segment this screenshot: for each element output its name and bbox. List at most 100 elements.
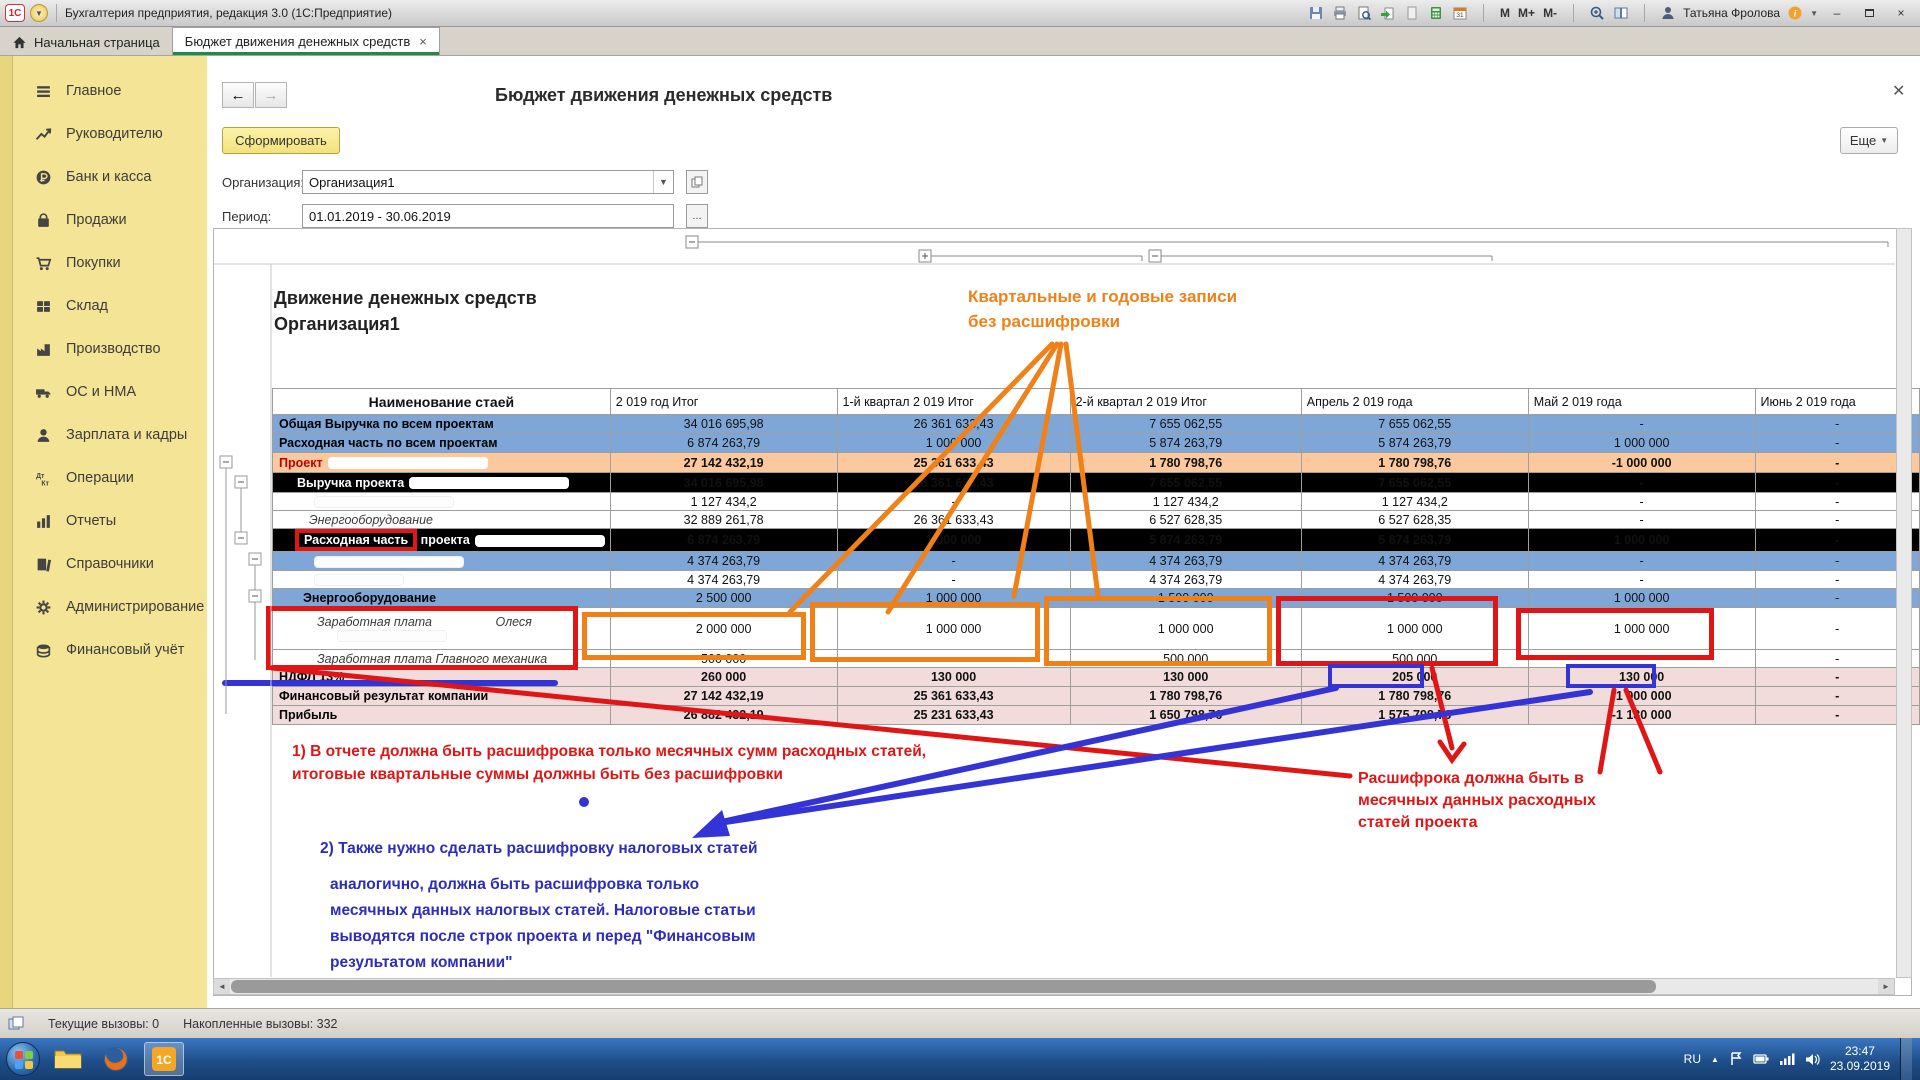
value-cell[interactable]: 7 655 062,55: [1301, 415, 1528, 434]
value-cell[interactable]: -1 130 000: [1528, 706, 1755, 725]
tab-report[interactable]: Бюджет движения денежных средств ×: [172, 27, 440, 55]
value-cell[interactable]: 4 374 263,79: [1301, 552, 1528, 571]
value-cell[interactable]: 1 500 000: [1301, 589, 1528, 608]
sidebar-item-reports[interactable]: Отчеты: [13, 504, 207, 538]
value-cell[interactable]: 6 874 263,79: [610, 529, 837, 552]
chevron-down-icon[interactable]: ▼: [1810, 9, 1818, 18]
scroll-left-icon[interactable]: ◄: [214, 979, 230, 994]
sidebar-item-bank-cash[interactable]: Банк и касса: [13, 160, 207, 194]
sidebar-item-manager[interactable]: Руководителю: [13, 117, 207, 151]
value-cell[interactable]: -: [837, 552, 1070, 571]
value-cell[interactable]: 26 361 633,43: [837, 473, 1070, 493]
value-cell[interactable]: 4 374 263,79: [1070, 571, 1301, 589]
maximize-button[interactable]: [1856, 4, 1882, 22]
value-cell[interactable]: 1 500 000: [1070, 589, 1301, 608]
value-cell[interactable]: 6 527 628,35: [1301, 511, 1528, 529]
value-cell[interactable]: -: [1755, 589, 1919, 608]
vertical-scrollbar[interactable]: [1896, 228, 1912, 978]
value-cell[interactable]: 1 000 000: [1528, 434, 1755, 453]
tab-close-icon[interactable]: ×: [419, 34, 427, 49]
value-cell[interactable]: -: [1528, 552, 1755, 571]
sidebar-item-salary-hr[interactable]: Зарплата и кадры: [13, 418, 207, 452]
row-label-cell[interactable]: Финансовый результат компании: [273, 687, 611, 706]
row-label-cell[interactable]: [273, 571, 611, 589]
value-cell[interactable]: -: [1528, 473, 1755, 493]
memory-m--button[interactable]: M-: [1541, 6, 1559, 20]
row-label-cell[interactable]: Проект: [273, 453, 611, 473]
zoom-in-button[interactable]: [1588, 4, 1606, 22]
value-cell[interactable]: 5 874 263,79: [1070, 529, 1301, 552]
taskbar-explorer-icon[interactable]: [48, 1042, 88, 1076]
value-cell[interactable]: 1 000 000: [837, 434, 1070, 453]
value-cell[interactable]: 7 655 062,55: [1070, 473, 1301, 493]
value-cell[interactable]: -: [837, 571, 1070, 589]
memory-m+-button[interactable]: M+: [1516, 6, 1537, 20]
value-cell[interactable]: 4 374 263,79: [1301, 571, 1528, 589]
value-cell[interactable]: -: [1528, 650, 1755, 668]
battery-icon[interactable]: [1753, 1053, 1769, 1065]
value-cell[interactable]: 260 000: [610, 668, 837, 687]
value-cell[interactable]: -: [1755, 415, 1919, 434]
value-cell[interactable]: 2 000 000: [610, 608, 837, 650]
org-dropdown-icon[interactable]: ▼: [653, 171, 673, 193]
tray-expand-icon[interactable]: ▲: [1711, 1055, 1719, 1064]
value-cell[interactable]: 1 780 798,76: [1301, 687, 1528, 706]
value-cell[interactable]: -: [1755, 511, 1919, 529]
value-cell[interactable]: -: [1755, 668, 1919, 687]
value-cell[interactable]: -: [1755, 650, 1919, 668]
value-cell[interactable]: 500 000: [1301, 650, 1528, 668]
memory-m-button[interactable]: M: [1498, 6, 1512, 20]
value-cell[interactable]: -: [1755, 687, 1919, 706]
value-cell[interactable]: 25 361 633,43: [837, 453, 1070, 473]
export-button[interactable]: [1379, 4, 1397, 22]
current-user[interactable]: Татьяна Фролова: [1683, 6, 1780, 20]
value-cell[interactable]: 7 655 062,55: [1070, 415, 1301, 434]
value-cell[interactable]: 130 000: [1528, 668, 1755, 687]
value-cell[interactable]: 26 882 432,19: [610, 706, 837, 725]
value-cell[interactable]: -: [1755, 529, 1919, 552]
sidebar-item-operations[interactable]: ДтКтОперации: [13, 461, 207, 495]
value-cell[interactable]: 7 655 062,55: [1301, 473, 1528, 493]
sidebar-item-production[interactable]: Производство: [13, 332, 207, 366]
row-label-cell[interactable]: Выручка проекта: [273, 473, 611, 493]
value-cell[interactable]: -1 000 000: [1528, 453, 1755, 473]
sidebar-item-warehouse[interactable]: Склад: [13, 289, 207, 323]
value-cell[interactable]: -: [1528, 493, 1755, 511]
value-cell[interactable]: -: [1755, 453, 1919, 473]
row-label-cell[interactable]: Прибыль: [273, 706, 611, 725]
clock[interactable]: 23:47 23.09.2019: [1830, 1044, 1890, 1074]
value-cell[interactable]: -: [1755, 571, 1919, 589]
value-cell[interactable]: -: [1755, 434, 1919, 453]
scroll-right-icon[interactable]: ►: [1878, 979, 1894, 994]
calculator-button[interactable]: [1427, 4, 1445, 22]
value-cell[interactable]: 1 780 798,76: [1070, 687, 1301, 706]
sidebar-item-purchases[interactable]: Покупки: [13, 246, 207, 280]
value-cell[interactable]: 26 361 633,43: [837, 511, 1070, 529]
row-label-cell[interactable]: Заработная плата Главного механика: [273, 650, 611, 668]
value-cell[interactable]: 500 000: [1070, 650, 1301, 668]
value-cell[interactable]: 2 500 000: [610, 589, 837, 608]
info-icon[interactable]: i: [1786, 4, 1804, 22]
value-cell[interactable]: 1 000 000: [1070, 608, 1301, 650]
column-header[interactable]: Наименование стаей: [273, 389, 611, 415]
sidebar-item-administration[interactable]: Администрирование: [13, 590, 207, 624]
value-cell[interactable]: 34 016 695,98: [610, 473, 837, 493]
value-cell[interactable]: -: [1528, 511, 1755, 529]
value-cell[interactable]: 1 780 798,76: [1301, 453, 1528, 473]
value-cell[interactable]: 1 127 434,2: [610, 493, 837, 511]
period-more-button[interactable]: ...: [686, 204, 708, 228]
value-cell[interactable]: 32 889 261,78: [610, 511, 837, 529]
value-cell[interactable]: 4 374 263,79: [1070, 552, 1301, 571]
value-cell[interactable]: 25 361 633,43: [837, 687, 1070, 706]
minimize-button[interactable]: –: [1824, 4, 1850, 22]
value-cell[interactable]: 205 000: [1301, 668, 1528, 687]
column-header[interactable]: 2 019 год Итог: [610, 389, 837, 415]
value-cell[interactable]: 1 575 798,76: [1301, 706, 1528, 725]
value-cell[interactable]: 1 000 000: [1528, 608, 1755, 650]
form-close-icon[interactable]: ✕: [1892, 81, 1905, 101]
close-button[interactable]: ×: [1888, 4, 1914, 22]
column-header[interactable]: 2-й квартал 2 019 Итог: [1070, 389, 1301, 415]
value-cell[interactable]: 1 127 434,2: [1070, 493, 1301, 511]
horizontal-scrollbar[interactable]: ◄ ►: [213, 978, 1895, 995]
row-label-cell[interactable]: Заработная плата Олеся: [273, 608, 611, 650]
